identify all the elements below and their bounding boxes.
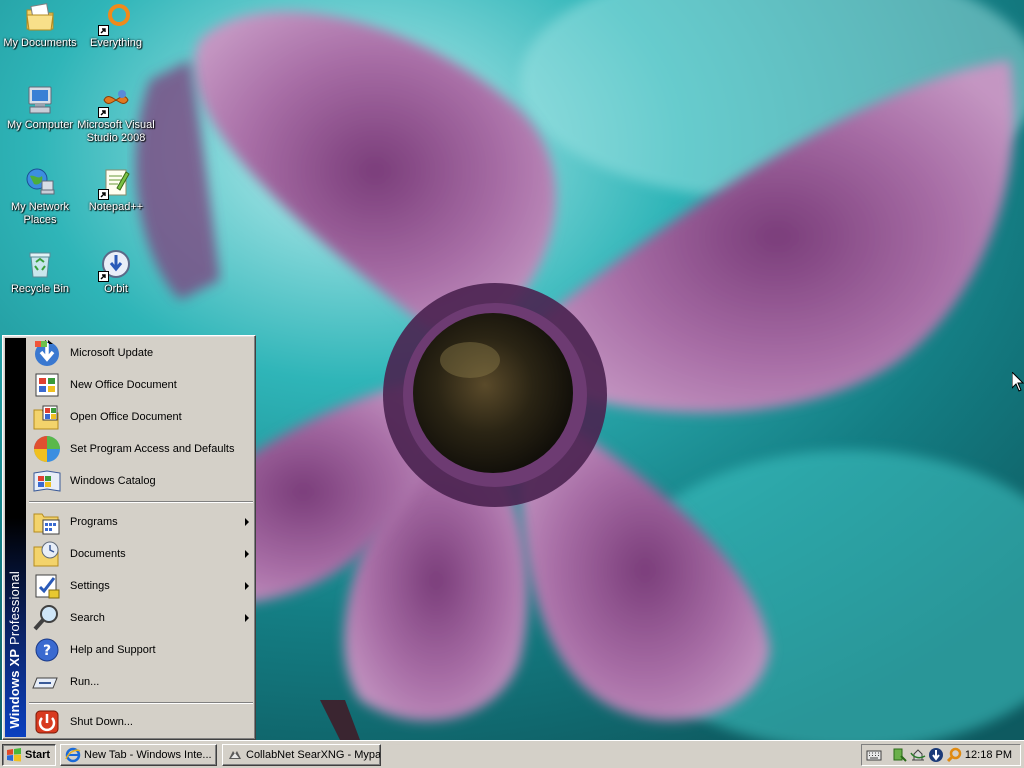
mypal-browser-icon bbox=[229, 751, 241, 759]
taskbar-button-label: CollabNet SearXNG - Mypal bbox=[246, 749, 381, 761]
network-places-icon bbox=[24, 166, 56, 198]
documents-icon bbox=[31, 538, 63, 570]
desktop-icon-my-network-places[interactable]: My Network Places bbox=[0, 166, 80, 227]
svg-text:?: ? bbox=[43, 643, 51, 659]
program-access-icon bbox=[31, 433, 63, 465]
shutdown-icon bbox=[31, 706, 63, 738]
menu-item-help-and-support[interactable]: ? Help and Support bbox=[28, 634, 253, 666]
orbit-icon bbox=[98, 248, 132, 282]
menu-item-programs[interactable]: Programs bbox=[28, 506, 253, 538]
shortcut-arrow-icon bbox=[98, 271, 109, 282]
desktop-icon-notepad-plus-plus[interactable]: Notepad++ bbox=[76, 166, 156, 214]
visual-studio-icon bbox=[98, 84, 132, 118]
notepad-plus-plus-icon bbox=[98, 166, 132, 200]
run-icon bbox=[31, 666, 63, 698]
desktop-icon-orbit[interactable]: Orbit bbox=[76, 248, 156, 296]
desktop-icon-recycle-bin[interactable]: Recycle Bin bbox=[0, 248, 80, 296]
submenu-arrow-icon bbox=[245, 582, 249, 590]
menu-item-new-office-document[interactable]: New Office Document bbox=[28, 369, 253, 401]
menu-item-set-program-access[interactable]: Set Program Access and Defaults bbox=[28, 433, 253, 465]
desktop-icon-label: Orbit bbox=[104, 283, 128, 295]
menu-item-run[interactable]: Run... bbox=[28, 666, 253, 698]
system-tray: 12:18 PM bbox=[861, 744, 1021, 766]
start-menu-banner: Windows XP Professional bbox=[5, 338, 26, 737]
menu-separator bbox=[29, 702, 253, 704]
desktop-icon-label: My Computer bbox=[6, 119, 74, 131]
taskbar-clock[interactable]: 12:18 PM bbox=[965, 749, 1012, 761]
desktop-icon-label: Notepad++ bbox=[88, 201, 144, 213]
safely-remove-icon[interactable] bbox=[892, 747, 908, 763]
menu-item-settings[interactable]: Settings bbox=[28, 570, 253, 602]
keyboard-icon[interactable] bbox=[866, 747, 882, 763]
internet-explorer-icon bbox=[65, 747, 81, 763]
recycle-bin-icon bbox=[24, 248, 56, 280]
taskbar-button-internet-explorer[interactable]: New Tab - Windows Inte... bbox=[60, 744, 217, 766]
menu-item-open-office-document[interactable]: Open Office Document bbox=[28, 401, 253, 433]
taskbar-button-mypal[interactable]: CollabNet SearXNG - Mypal bbox=[222, 744, 381, 766]
desktop-icon-my-computer[interactable]: My Computer bbox=[0, 84, 80, 132]
windows-flag-icon bbox=[7, 748, 21, 762]
menu-item-windows-catalog[interactable]: Windows Catalog bbox=[28, 465, 253, 497]
open-office-document-icon bbox=[31, 401, 63, 433]
help-icon: ? bbox=[31, 634, 63, 666]
programs-icon bbox=[31, 506, 63, 538]
desktop-icon-my-documents[interactable]: My Documents bbox=[0, 2, 80, 50]
desktop-icon-everything[interactable]: Everything bbox=[76, 2, 156, 50]
taskbar: Start New Tab - Windows Inte... CollabNe… bbox=[0, 740, 1024, 768]
menu-item-shut-down[interactable]: Shut Down... bbox=[28, 706, 253, 738]
desktop-icon-label: Microsoft Visual Studio 2008 bbox=[77, 119, 155, 144]
my-documents-icon bbox=[24, 2, 56, 34]
start-menu-banner-text: Windows XP Professional bbox=[7, 571, 22, 729]
desktop-icon-label: Everything bbox=[90, 37, 142, 49]
menu-item-documents[interactable]: Documents bbox=[28, 538, 253, 570]
windows-update-icon bbox=[31, 337, 63, 369]
new-office-document-icon bbox=[31, 369, 63, 401]
orbit-tray-icon[interactable] bbox=[928, 747, 944, 763]
menu-item-microsoft-update[interactable]: Microsoft Update bbox=[28, 337, 253, 369]
search-tray-icon[interactable] bbox=[946, 747, 962, 763]
shortcut-arrow-icon bbox=[98, 189, 109, 200]
search-icon bbox=[31, 602, 63, 634]
menu-item-search[interactable]: Search bbox=[28, 602, 253, 634]
settings-icon bbox=[31, 570, 63, 602]
everything-icon bbox=[98, 2, 132, 36]
desktop-icon-label: My Network Places bbox=[10, 201, 70, 226]
desktop-icon-label: Recycle Bin bbox=[10, 283, 70, 295]
submenu-arrow-icon bbox=[245, 550, 249, 558]
submenu-arrow-icon bbox=[245, 614, 249, 622]
shortcut-arrow-icon bbox=[98, 107, 109, 118]
submenu-arrow-icon bbox=[245, 518, 249, 526]
network-icon[interactable] bbox=[910, 747, 926, 763]
start-button-label: Start bbox=[25, 749, 51, 761]
taskbar-button-label: New Tab - Windows Inte... bbox=[84, 749, 212, 761]
shortcut-arrow-icon bbox=[98, 25, 109, 36]
mouse-pointer-icon bbox=[1012, 372, 1024, 392]
start-button[interactable]: Start bbox=[2, 744, 56, 766]
my-computer-icon bbox=[24, 84, 56, 116]
desktop-icon-label: My Documents bbox=[3, 37, 77, 49]
start-menu: Windows XP Professional Microsoft Update… bbox=[2, 335, 256, 740]
menu-separator bbox=[29, 501, 253, 503]
desktop-icon-visual-studio[interactable]: Microsoft Visual Studio 2008 bbox=[76, 84, 156, 145]
windows-catalog-icon bbox=[31, 465, 63, 497]
